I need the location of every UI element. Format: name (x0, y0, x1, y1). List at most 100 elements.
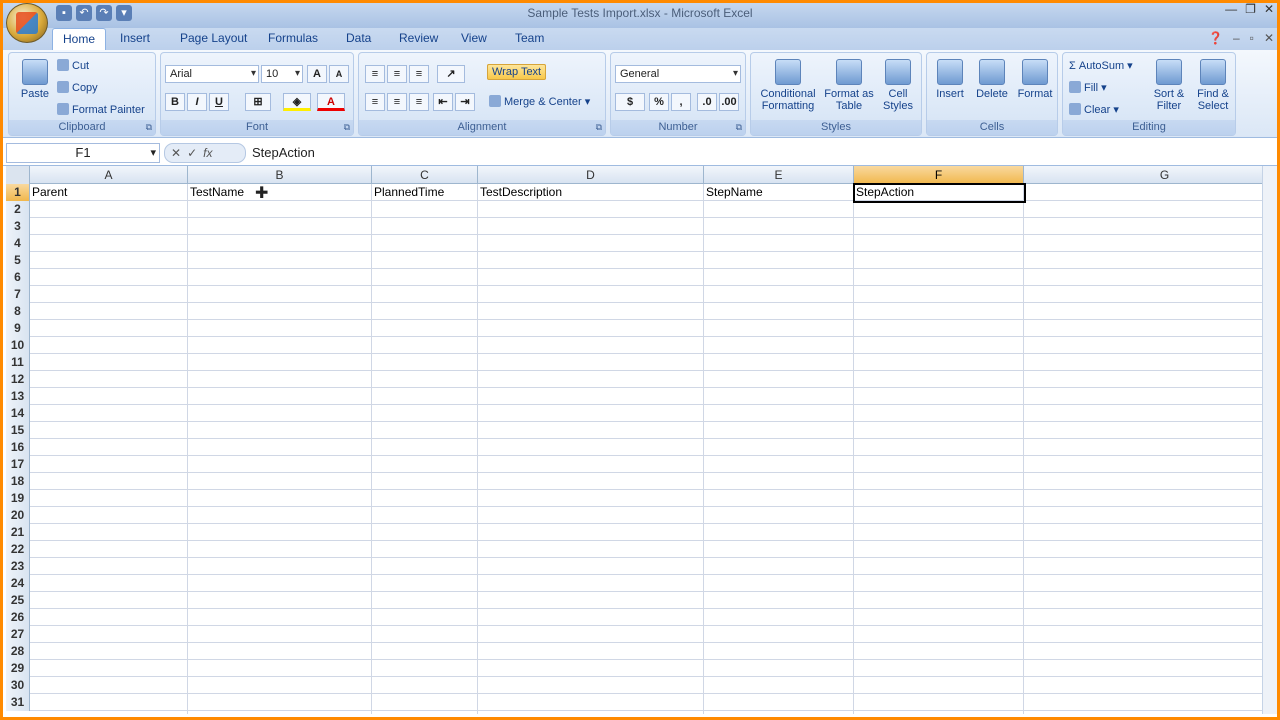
close-workbook-icon[interactable]: ✕ (1264, 31, 1274, 45)
currency-icon[interactable]: $ (615, 93, 645, 111)
row-header[interactable]: 14 (6, 405, 30, 422)
name-box[interactable]: F1 (6, 143, 160, 163)
number-launcher-icon[interactable]: ⧉ (736, 122, 742, 133)
borders-icon[interactable]: ⊞ (245, 93, 271, 111)
increase-decimal-icon[interactable]: .0 (697, 93, 717, 111)
tab-formulas[interactable]: Formulas (258, 28, 328, 50)
alignment-launcher-icon[interactable]: ⧉ (596, 122, 602, 133)
insert-cells-button[interactable]: Insert (929, 59, 971, 100)
office-button[interactable] (6, 3, 48, 43)
clipboard-launcher-icon[interactable]: ⧉ (146, 122, 152, 133)
row-header[interactable]: 23 (6, 558, 30, 575)
clear-button[interactable]: Clear ▾ (1069, 103, 1119, 116)
row-header[interactable]: 31 (6, 694, 30, 711)
row-header[interactable]: 5 (6, 252, 30, 269)
tab-home[interactable]: Home (52, 28, 107, 50)
column-header-e[interactable]: E (704, 166, 854, 184)
column-header-f[interactable]: F (854, 166, 1024, 184)
tab-data[interactable]: Data (336, 28, 381, 50)
paste-button[interactable]: Paste (15, 59, 55, 100)
fill-color-icon[interactable]: ◈ (283, 93, 311, 111)
formula-input[interactable]: StepAction (252, 145, 315, 160)
delete-cells-button[interactable]: Delete (971, 59, 1013, 100)
column-header-g[interactable]: G (1024, 166, 1262, 184)
font-color-icon[interactable]: A (317, 93, 345, 111)
grow-font-icon[interactable]: A (307, 65, 327, 83)
wrap-text-button[interactable]: Wrap Text (487, 64, 547, 80)
format-painter-button[interactable]: Format Painter (57, 103, 145, 116)
cell-e1[interactable]: StepName (704, 184, 763, 201)
autosum-button[interactable]: Σ AutoSum ▾ (1069, 59, 1133, 72)
tab-page-layout[interactable]: Page Layout (170, 28, 257, 50)
sort-filter-button[interactable]: Sort & Filter (1147, 59, 1191, 112)
row-header[interactable]: 22 (6, 541, 30, 558)
row-header[interactable]: 30 (6, 677, 30, 694)
row-header[interactable]: 4 (6, 235, 30, 252)
tab-insert[interactable]: Insert (110, 28, 160, 50)
copy-button[interactable]: Copy (57, 81, 98, 94)
row-header[interactable]: 13 (6, 388, 30, 405)
align-middle-icon[interactable]: ≡ (387, 65, 407, 83)
row-header[interactable]: 17 (6, 456, 30, 473)
row-header[interactable]: 9 (6, 320, 30, 337)
row-header[interactable]: 2 (6, 201, 30, 218)
cell-b1[interactable]: TestName (188, 184, 244, 201)
restore-workbook-icon[interactable]: ▫ (1250, 31, 1254, 45)
tab-team[interactable]: Team (505, 28, 554, 50)
cell-styles-button[interactable]: Cell Styles (875, 59, 921, 112)
format-as-table-button[interactable]: Format as Table (823, 59, 875, 112)
percent-icon[interactable]: % (649, 93, 669, 111)
row-header[interactable]: 1 (6, 184, 30, 201)
row-header[interactable]: 11 (6, 354, 30, 371)
decrease-decimal-icon[interactable]: .00 (719, 93, 739, 111)
align-left-icon[interactable]: ≡ (365, 93, 385, 111)
row-header[interactable]: 24 (6, 575, 30, 592)
worksheet-grid[interactable]: A B C D E F G 1 Parent TestName PlannedTime… (6, 166, 1262, 714)
cut-button[interactable]: Cut (57, 59, 89, 72)
row-header[interactable]: 12 (6, 371, 30, 388)
bold-icon[interactable]: B (165, 93, 185, 111)
font-size-select[interactable]: 10 (261, 65, 303, 83)
italic-icon[interactable]: I (187, 93, 207, 111)
row-header[interactable]: 27 (6, 626, 30, 643)
minimize-icon[interactable]: — (1225, 2, 1237, 16)
align-center-icon[interactable]: ≡ (387, 93, 407, 111)
column-header-a[interactable]: A (30, 166, 188, 184)
fill-button[interactable]: Fill ▾ (1069, 81, 1107, 94)
row-header[interactable]: 26 (6, 609, 30, 626)
tab-view[interactable]: View (451, 28, 497, 50)
row-header[interactable]: 7 (6, 286, 30, 303)
row-header[interactable]: 18 (6, 473, 30, 490)
restore-icon[interactable]: ❐ (1245, 2, 1256, 16)
merge-center-button[interactable]: Merge & Center ▾ (489, 95, 590, 108)
cancel-entry-icon[interactable]: ✕ (171, 146, 181, 160)
row-header[interactable]: 28 (6, 643, 30, 660)
increase-indent-icon[interactable]: ⇥ (455, 93, 475, 111)
column-header-b[interactable]: B (188, 166, 372, 184)
row-header[interactable]: 6 (6, 269, 30, 286)
find-select-button[interactable]: Find & Select (1191, 59, 1235, 112)
insert-function-icon[interactable]: fx (203, 146, 212, 160)
row-header[interactable]: 29 (6, 660, 30, 677)
tab-review[interactable]: Review (389, 28, 448, 50)
align-bottom-icon[interactable]: ≡ (409, 65, 429, 83)
row-header[interactable]: 8 (6, 303, 30, 320)
row-header[interactable]: 10 (6, 337, 30, 354)
row-header[interactable]: 15 (6, 422, 30, 439)
number-format-select[interactable]: General (615, 65, 741, 83)
comma-icon[interactable]: , (671, 93, 691, 111)
underline-icon[interactable]: U (209, 93, 229, 111)
column-header-c[interactable]: C (372, 166, 478, 184)
shrink-font-icon[interactable]: A (329, 65, 349, 83)
cell-a1[interactable]: Parent (30, 184, 67, 201)
column-header-d[interactable]: D (478, 166, 704, 184)
row-header[interactable]: 25 (6, 592, 30, 609)
font-name-select[interactable]: Arial (165, 65, 259, 83)
enter-entry-icon[interactable]: ✓ (187, 146, 197, 160)
help-icon[interactable]: ❓ (1208, 31, 1223, 45)
orientation-icon[interactable]: ↗ (437, 65, 465, 83)
vertical-scrollbar[interactable] (1262, 166, 1280, 714)
row-header[interactable]: 3 (6, 218, 30, 235)
minimize-workbook-icon[interactable]: – (1233, 31, 1240, 45)
row-header[interactable]: 20 (6, 507, 30, 524)
